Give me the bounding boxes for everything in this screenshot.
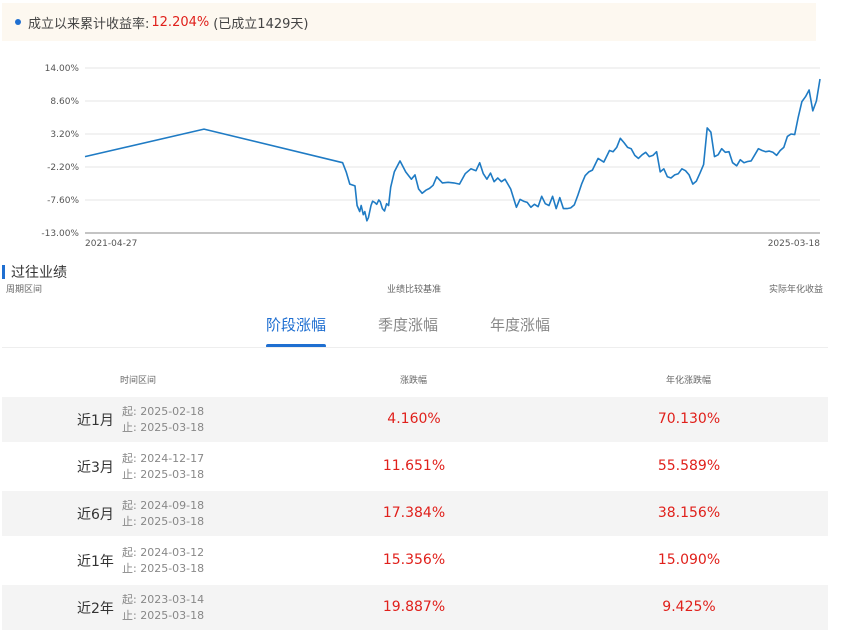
section-title-marker (2, 265, 5, 279)
y-tick-label: -13.00% (41, 229, 79, 239)
change-text: 15.356% (382, 552, 446, 568)
end-date: 止: 2025-03-18 (122, 468, 205, 481)
y-tick-label: 8.60% (50, 97, 79, 107)
date-range: 起: 2025-02-18 止: 2025-03-18 (122, 404, 204, 436)
change-text: 4.160% (387, 411, 441, 427)
period-label: 近2年 (77, 601, 114, 617)
date-range: 起: 2024-03-12 止: 2025-03-18 (122, 545, 204, 577)
tabs-divider (2, 347, 828, 348)
date-range: 起: 2023-03-14 止: 2025-03-18 (122, 592, 204, 624)
cumulative-return-value: 12.204% (151, 14, 210, 30)
date-range: 起: 2024-09-18 止: 2025-03-18 (122, 498, 204, 530)
y-tick-label: 14.00% (45, 64, 80, 74)
y-tick-label: -7.60% (47, 196, 79, 206)
start-date: 起: 2024-12-17 (122, 452, 205, 465)
change-text: 19.887% (382, 599, 446, 615)
tab-year-change[interactable]: 年度涨幅 (490, 314, 550, 335)
tab-stage-change[interactable]: 阶段涨幅 (266, 314, 326, 335)
cumulative-return-banner: 成立以来累计收益率: 12.204% (已成立1429天) (2, 3, 816, 41)
header-annualized: 年化涨跌幅 (666, 376, 712, 386)
date-range: 起: 2024-12-17 止: 2025-03-18 (122, 451, 204, 483)
period-label: 近3月 (77, 460, 114, 476)
sub-label-annualized: 实际年化收益 (769, 285, 824, 295)
annualized-text: 38.156% (657, 505, 721, 521)
performance-tabs: 阶段涨幅 季度涨幅 年度涨幅 (0, 310, 830, 350)
x-start-label: 2021-04-27 (85, 239, 137, 249)
table-row: 近6月 起: 2024-09-18 止: 2025-03-18 17.384% … (2, 491, 828, 536)
table-row: 近1年 起: 2024-03-12 止: 2025-03-18 15.356% … (2, 538, 828, 583)
table-row: 近1月 起: 2025-02-18 止: 2025-03-18 4.160% 7… (2, 397, 828, 442)
start-date: 起: 2024-03-12 (122, 546, 205, 559)
sub-label-period: 周期区间 (6, 285, 43, 295)
established-days: (已成立1429天) (213, 16, 309, 32)
section-title: 过往业绩 (2, 262, 67, 282)
change-text: 11.651% (382, 458, 446, 474)
annualized-text: 70.130% (657, 411, 721, 427)
sub-label-benchmark: 业绩比较基准 (387, 285, 442, 295)
table-row: 近3月 起: 2024-12-17 止: 2025-03-18 11.651% … (2, 444, 828, 489)
section-title-text: 过往业绩 (11, 265, 67, 281)
header-change: 涨跌幅 (400, 376, 428, 386)
annualized-text: 9.425% (662, 599, 716, 615)
header-period: 时间区间 (120, 376, 157, 386)
start-date: 起: 2024-09-18 (122, 499, 205, 512)
end-date: 止: 2025-03-18 (122, 609, 205, 622)
y-tick-label: 3.20% (50, 130, 79, 140)
annualized-text: 55.589% (657, 458, 721, 474)
period-label: 近6月 (77, 507, 114, 523)
x-end-label: 2025-03-18 (768, 239, 821, 249)
bullet-dot-icon (15, 19, 21, 25)
cumulative-return-label: 成立以来累计收益率: (28, 16, 150, 32)
start-date: 起: 2025-02-18 (122, 405, 205, 418)
start-date: 起: 2023-03-14 (122, 593, 205, 606)
y-tick-label: -2.20% (47, 163, 79, 173)
change-text: 17.384% (382, 505, 446, 521)
end-date: 止: 2025-03-18 (122, 562, 205, 575)
table-row: 近2年 起: 2023-03-14 止: 2025-03-18 19.887% … (2, 585, 828, 630)
annualized-text: 15.090% (657, 552, 721, 568)
end-date: 止: 2025-03-18 (122, 515, 205, 528)
period-label: 近1月 (77, 413, 114, 429)
return-line-chart: 14.00% 8.60% 3.20% -2.20% -7.60% -13.00% 2021-… (41, 64, 821, 249)
tab-quarter-change[interactable]: 季度涨幅 (378, 314, 438, 335)
end-date: 止: 2025-03-18 (122, 421, 205, 434)
period-label: 近1年 (77, 554, 114, 570)
